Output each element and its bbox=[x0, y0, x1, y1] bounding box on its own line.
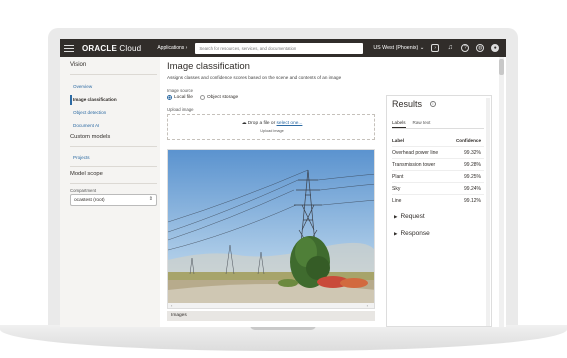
page-subtitle: Assigns classes and confidence scores ba… bbox=[167, 75, 342, 80]
select-file-link[interactable]: select one... bbox=[277, 121, 303, 126]
radio-object-storage[interactable]: Object storage bbox=[200, 95, 238, 100]
results-tabs: Labels Raw text bbox=[392, 120, 430, 128]
sidebar-item-projects[interactable]: Projects bbox=[73, 155, 90, 160]
compartment-value: ocastest (root) bbox=[74, 198, 105, 203]
scroll-left-icon[interactable]: ‹ bbox=[171, 303, 172, 308]
screen: ORACLE Cloud Applications › Search for r… bbox=[60, 39, 506, 327]
sidebar-item-document-ai[interactable]: Document AI bbox=[73, 123, 99, 128]
sidebar-divider bbox=[70, 146, 157, 147]
accordion-label: Response bbox=[400, 230, 430, 237]
table-divider bbox=[392, 194, 484, 195]
radio-label: Local file bbox=[174, 95, 193, 100]
radio-selected-icon bbox=[167, 95, 172, 100]
sidebar-item-image-classification[interactable]: Image classification bbox=[73, 97, 117, 102]
table-row-confidence: 99.12% bbox=[464, 198, 481, 204]
compartment-select[interactable]: ocastest (root) ⇕ bbox=[70, 194, 157, 206]
sidebar-item-overview[interactable]: Overview bbox=[73, 84, 92, 89]
tabs-divider bbox=[392, 128, 484, 129]
sidebar-divider bbox=[70, 183, 157, 184]
sidebar-active-indicator bbox=[70, 95, 72, 105]
sidebar-divider bbox=[70, 166, 157, 167]
table-divider bbox=[392, 158, 484, 159]
table-row-confidence: 99.24% bbox=[464, 186, 481, 192]
help-icon[interactable]: ? bbox=[461, 44, 470, 52]
results-title: Results bbox=[392, 99, 423, 109]
tab-labels[interactable]: Labels bbox=[392, 120, 406, 128]
sidebar-item-object-detection[interactable]: Object detection bbox=[73, 110, 106, 115]
response-accordion[interactable]: ▶ Response bbox=[394, 230, 430, 237]
table-divider bbox=[392, 146, 484, 147]
oracle-cloud-logo[interactable]: ORACLE Cloud bbox=[82, 44, 141, 53]
image-horizontal-scrollbar[interactable]: ‹ › bbox=[168, 303, 374, 308]
table-row-label: Line bbox=[392, 198, 402, 204]
uploaded-image-preview: ‹ › bbox=[167, 149, 375, 309]
table-divider bbox=[392, 170, 484, 171]
page-title: Image classification bbox=[167, 61, 250, 72]
drop-instruction: Drop a file or bbox=[247, 121, 276, 126]
accordion-label: Request bbox=[400, 213, 425, 220]
caret-right-icon: ▶ bbox=[394, 214, 398, 219]
scroll-right-icon[interactable]: › bbox=[367, 303, 368, 308]
table-row-label: Sky bbox=[392, 186, 401, 192]
column-header-confidence: Confidence bbox=[455, 138, 481, 143]
applications-menu[interactable]: Applications › bbox=[157, 45, 187, 51]
cloud-shell-icon[interactable]: › bbox=[431, 44, 440, 52]
table-row-label: Overhead power line bbox=[392, 150, 439, 156]
upload-image-label: Upload image bbox=[167, 107, 194, 112]
custom-models-heading: Custom models bbox=[70, 134, 111, 140]
sidebar-divider bbox=[70, 74, 157, 75]
select-arrows-icon: ⇕ bbox=[148, 196, 153, 202]
search-input[interactable]: Search for resources, services, and docu… bbox=[195, 42, 364, 54]
results-panel: Results i Labels Raw text Label Confiden… bbox=[386, 95, 492, 327]
table-row-confidence: 99.28% bbox=[464, 162, 481, 168]
drop-subtext: Upload image bbox=[260, 129, 284, 133]
table-row-label: Plant bbox=[392, 174, 404, 180]
page-scrollbar[interactable] bbox=[499, 57, 504, 327]
model-scope-heading: Model scope bbox=[70, 171, 103, 177]
notifications-icon[interactable]: ♫ bbox=[446, 44, 454, 52]
main-content: Image classification Assigns classes and… bbox=[167, 57, 506, 327]
info-icon[interactable]: i bbox=[430, 101, 436, 107]
transmission-tower-photo bbox=[168, 150, 374, 303]
radio-label: Object storage bbox=[207, 95, 239, 100]
file-dropzone[interactable]: ☁ Drop a file or select one... Upload im… bbox=[167, 114, 375, 140]
column-header-label: Label bbox=[392, 138, 404, 143]
top-bar: ORACLE Cloud Applications › Search for r… bbox=[60, 39, 506, 57]
table-divider bbox=[392, 182, 484, 183]
table-row-label: Transmission tower bbox=[392, 162, 436, 168]
sidebar: Vision Overview Image classification Obj… bbox=[60, 57, 160, 327]
table-row-confidence: 99.32% bbox=[464, 150, 481, 156]
upload-cloud-icon: ☁ bbox=[241, 121, 247, 126]
images-section-header[interactable]: Images bbox=[167, 311, 375, 321]
request-accordion[interactable]: ▶ Request bbox=[394, 213, 425, 220]
region-selector[interactable]: US West (Phoenix) ⌄ bbox=[373, 45, 424, 51]
radio-unselected-icon bbox=[200, 95, 205, 100]
radio-local-file[interactable]: Local file bbox=[167, 95, 193, 100]
user-avatar-icon[interactable]: ● bbox=[491, 44, 500, 52]
language-globe-icon[interactable]: ◍ bbox=[476, 44, 485, 52]
image-source-label: Image source bbox=[167, 88, 194, 93]
drop-text: ☁ Drop a file or select one... bbox=[168, 121, 376, 126]
results-scrollbar[interactable] bbox=[486, 98, 490, 326]
table-row-confidence: 99.25% bbox=[464, 174, 481, 180]
menu-icon[interactable] bbox=[64, 44, 74, 52]
caret-right-icon: ▶ bbox=[394, 231, 398, 236]
compartment-label: Compartment bbox=[70, 188, 97, 193]
sidebar-heading: Vision bbox=[70, 62, 87, 68]
tab-raw-text[interactable]: Raw text bbox=[413, 120, 431, 128]
page-scrollbar-thumb[interactable] bbox=[499, 59, 504, 75]
